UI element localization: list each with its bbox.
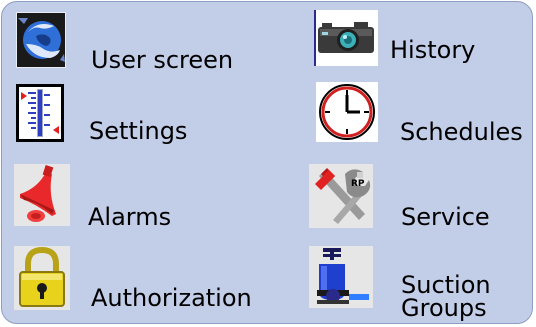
suction-groups-label: Suction Groups <box>401 273 491 322</box>
compressor-icon <box>309 246 373 308</box>
bell-icon <box>14 164 70 226</box>
authorization-label: Authorization <box>91 284 252 312</box>
menu-item-user-screen[interactable]: User screen <box>12 8 262 78</box>
camera-icon <box>314 10 378 66</box>
clock-icon <box>316 82 378 142</box>
svg-text:RP: RP <box>351 179 365 189</box>
padlock-icon <box>14 246 70 310</box>
menu-item-service[interactable]: RP Service <box>307 162 522 236</box>
globe-icon <box>16 12 66 68</box>
history-label: History <box>390 36 476 64</box>
menu-item-schedules[interactable]: Schedules <box>312 80 536 150</box>
thermometer-scale-icon <box>16 84 64 142</box>
menu-item-alarms[interactable]: Alarms <box>12 162 262 236</box>
alarms-label: Alarms <box>88 203 172 231</box>
schedules-label: Schedules <box>400 118 523 146</box>
suction-groups-label-line2: Groups <box>401 294 487 322</box>
settings-label: Settings <box>89 117 188 145</box>
menu-panel: User screen History Settings Schedules A… <box>1 1 533 324</box>
service-label: Service <box>401 203 490 231</box>
menu-item-authorization[interactable]: Authorization <box>12 242 282 322</box>
menu-item-suction-groups[interactable]: Suction Groups <box>307 242 522 322</box>
tools-icon: RP <box>309 164 373 228</box>
menu-item-settings[interactable]: Settings <box>12 80 262 150</box>
user-screen-label: User screen <box>91 46 234 74</box>
menu-item-history[interactable]: History <box>312 8 522 78</box>
